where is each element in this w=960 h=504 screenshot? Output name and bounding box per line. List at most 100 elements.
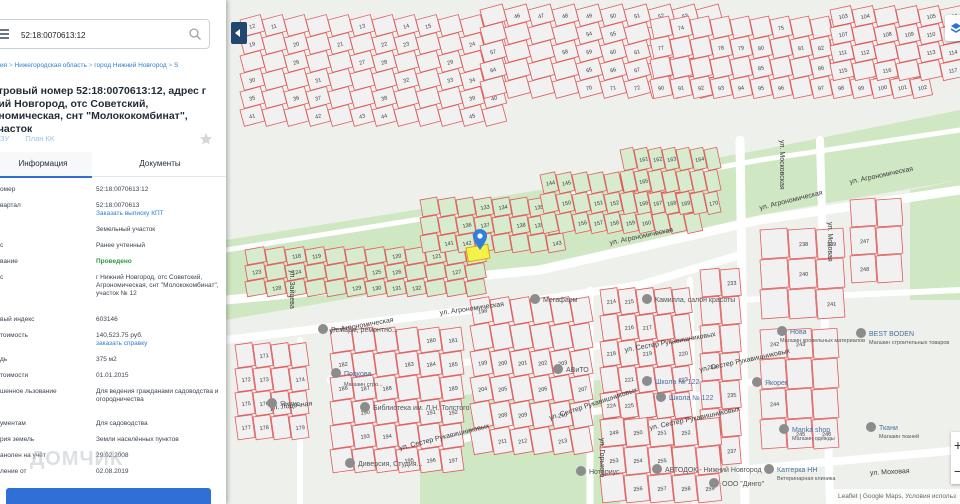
poi-label[interactable]: Магазин строительных товаров (869, 340, 949, 346)
poi-pin-icon[interactable] (360, 402, 370, 412)
parcel[interactable] (244, 278, 267, 298)
parcel[interactable] (875, 225, 904, 256)
parcel[interactable] (785, 357, 814, 390)
parcel[interactable] (815, 257, 846, 290)
parcel[interactable] (464, 278, 487, 298)
menu-icon[interactable] (0, 29, 9, 39)
poi-pin-icon[interactable] (331, 368, 341, 378)
poi-label[interactable]: Мегафарм (543, 297, 578, 304)
collapse-panel-button[interactable] (231, 22, 247, 44)
parcel[interactable] (809, 15, 834, 40)
poi-label[interactable]: Ремарм, ремонтно... (331, 327, 398, 334)
parcel[interactable] (395, 374, 421, 402)
poi-label[interactable]: Школа № 122 (655, 379, 699, 386)
parcel[interactable] (270, 342, 292, 369)
zoom-out-button[interactable]: − (951, 458, 960, 484)
poi-label[interactable]: Магазин стро... (344, 382, 383, 388)
parcel[interactable] (491, 232, 513, 254)
parcel[interactable] (527, 232, 549, 254)
poi-pin-icon[interactable] (576, 466, 586, 476)
parcel[interactable] (417, 374, 443, 402)
parcel[interactable] (849, 197, 878, 228)
parcel[interactable] (695, 417, 723, 448)
tab-documents[interactable]: Документы (96, 152, 224, 176)
parcel[interactable] (669, 35, 694, 60)
parcel[interactable] (549, 322, 574, 352)
attribute-link[interactable]: заказать справку (96, 340, 222, 348)
parcel[interactable] (729, 15, 754, 40)
parcel[interactable] (324, 262, 347, 282)
parcel[interactable] (270, 414, 292, 441)
parcel[interactable] (875, 253, 904, 284)
parcel[interactable] (324, 246, 347, 266)
poi-label[interactable]: Нова (790, 329, 807, 336)
parcel[interactable] (709, 15, 734, 40)
parcel[interactable] (419, 232, 441, 254)
poi-label[interactable]: Камилла, салон красоты (655, 297, 735, 304)
poi-pin-icon[interactable] (777, 326, 787, 336)
parcel[interactable] (395, 326, 421, 354)
poi-label[interactable]: Подкова (344, 371, 372, 378)
parcel[interactable] (264, 262, 287, 282)
parcel[interactable] (709, 55, 734, 80)
parcel[interactable] (373, 350, 399, 378)
poi-label[interactable]: Школа № 122 (669, 395, 713, 402)
poi-label[interactable]: Библиотека им. Л.Н. Толстого (373, 404, 470, 412)
parcel[interactable] (373, 446, 399, 474)
map-attribution[interactable]: Leaflet | Google Maps, Условия использ (832, 489, 960, 504)
parcel[interactable] (811, 387, 840, 420)
parcel[interactable] (270, 366, 292, 393)
parcel[interactable] (437, 214, 459, 236)
parcel[interactable] (689, 35, 714, 60)
parcel[interactable] (635, 391, 657, 420)
breadcrumb-item[interactable]: Нижегородская область (15, 62, 87, 69)
poi-pin-icon[interactable] (642, 294, 652, 304)
parcel[interactable] (404, 262, 427, 282)
parcel[interactable] (509, 322, 534, 352)
poi-pin-icon[interactable] (553, 364, 563, 374)
parcel[interactable] (729, 55, 754, 80)
poi-label[interactable]: Manka shop (792, 427, 830, 434)
poi-pin-icon[interactable] (866, 422, 876, 432)
parcel[interactable] (875, 197, 904, 228)
poi-label[interactable]: Ткани (879, 425, 898, 432)
parcel[interactable] (419, 196, 441, 218)
parcel[interactable] (787, 287, 818, 320)
parcel[interactable] (419, 214, 441, 236)
parcel[interactable] (351, 446, 377, 474)
parcel[interactable] (649, 55, 674, 80)
parcel[interactable] (569, 322, 594, 352)
star-icon[interactable] (199, 132, 213, 146)
plan-kk-link[interactable]: План КК (25, 134, 54, 143)
poi-label[interactable]: Магазин одежды (792, 436, 835, 442)
poi-pin-icon[interactable] (642, 376, 652, 386)
parcel[interactable] (769, 35, 794, 60)
parcel[interactable] (509, 196, 531, 218)
breadcrumb-item[interactable]: S (174, 62, 178, 69)
parcel[interactable] (599, 365, 621, 394)
parcel[interactable] (329, 422, 355, 450)
parcel[interactable] (529, 426, 554, 456)
parcel[interactable] (599, 473, 627, 504)
parcel[interactable] (509, 296, 534, 326)
poi-pin-icon[interactable] (345, 458, 355, 468)
attribute-link[interactable]: Заказать выписку КПТ (96, 210, 222, 218)
layers-button[interactable] (945, 15, 960, 41)
parcel[interactable] (599, 313, 621, 342)
poi-label[interactable]: Магазин тканей (879, 433, 919, 440)
parcel[interactable] (689, 55, 714, 80)
parcel[interactable] (509, 374, 534, 404)
parcel[interactable] (489, 322, 514, 352)
poi-pin-icon[interactable] (779, 424, 789, 434)
parcel[interactable] (344, 246, 367, 266)
parcel[interactable] (549, 374, 574, 404)
parcel[interactable] (264, 246, 287, 266)
parcel[interactable] (424, 278, 447, 298)
parcel[interactable] (491, 214, 513, 236)
parcel[interactable] (424, 262, 447, 282)
action-button[interactable] (6, 488, 211, 504)
poi-label[interactable]: АВТОДОК - Нижний Новгород (665, 466, 762, 474)
parcel[interactable] (324, 278, 347, 298)
parcel[interactable] (455, 196, 477, 218)
breadcrumb-item[interactable]: ия (0, 62, 7, 69)
